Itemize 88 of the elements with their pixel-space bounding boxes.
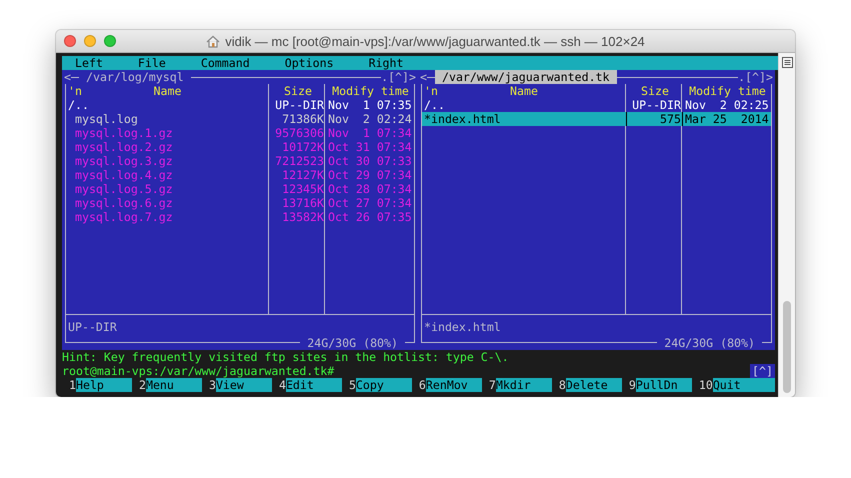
key-number: 5 <box>348 378 356 392</box>
sort-indicator[interactable]: 'n <box>424 84 438 98</box>
command-prompt[interactable]: root@main-vps:/var/www/jaguarwanted.tk# <box>62 364 334 378</box>
sort-indicator[interactable]: 'n <box>68 84 82 98</box>
function-key-button[interactable]: RenMov <box>426 378 482 392</box>
function-key-button[interactable]: PullDn <box>636 378 692 392</box>
free-space: 24G/30G (80%) <box>300 336 405 350</box>
file-size: 7212523 <box>274 154 325 168</box>
panel-status: *index.html <box>424 320 501 334</box>
key-number: 10 <box>698 378 713 392</box>
scrollbar-thumb[interactable] <box>783 301 791 393</box>
column-header[interactable]: Name <box>82 84 269 98</box>
file-date: Nov 1 07:35 <box>327 98 413 112</box>
menu-item[interactable]: Left <box>75 56 103 70</box>
file-size: 10172K <box>281 140 325 154</box>
function-key-button[interactable]: View <box>216 378 272 392</box>
file-date: Nov 2 02:25 <box>684 98 770 112</box>
file-name: mysql.log.7.gz <box>74 210 174 224</box>
panel-path: /var/log/mysql <box>78 70 191 84</box>
column-header[interactable]: Size <box>626 84 682 98</box>
file-size: 71386K <box>281 112 325 126</box>
key-number: 7 <box>488 378 496 392</box>
file-date: Nov 2 02:24 <box>327 112 413 126</box>
file-name: *index.html <box>423 112 502 126</box>
window-title: vidik — mc [root@main-vps]:/var/www/jaguarwanted.tk — ssh — 102×24 <box>225 34 645 48</box>
file-date: Nov 1 07:34 <box>327 126 413 140</box>
file-name: mysql.log.6.gz <box>74 196 174 210</box>
function-key-button[interactable]: Delete <box>566 378 622 392</box>
file-name: /.. <box>67 98 90 112</box>
file-date: Oct 31 07:34 <box>327 140 413 154</box>
key-number: 9 <box>628 378 636 392</box>
menu-item[interactable]: Command <box>200 56 250 70</box>
file-name: mysql.log.5.gz <box>74 182 174 196</box>
file-date: Oct 30 07:33 <box>327 154 413 168</box>
file-size: 12127K <box>281 168 325 182</box>
minimize-button[interactable] <box>84 35 96 47</box>
file-row[interactable]: *index.html 575 Mar 25 2014 <box>422 112 771 126</box>
menu-item[interactable]: File <box>138 56 166 70</box>
panel-controls[interactable]: .[^]> <box>381 70 416 84</box>
key-number: 4 <box>278 378 286 392</box>
file-date: Oct 29 07:34 <box>327 168 413 182</box>
function-key-button[interactable]: Edit <box>286 378 342 392</box>
key-number: 1 <box>69 378 76 392</box>
file-name: /.. <box>423 98 446 112</box>
file-name: mysql.log.1.gz <box>74 126 174 140</box>
function-key-button[interactable]: Menu <box>146 378 202 392</box>
hint-text: Hint: Key frequently visited ftp sites in the hotlist: type C-\. <box>62 350 509 364</box>
key-number: 2 <box>138 378 146 392</box>
zoom-button[interactable] <box>104 35 116 47</box>
panel-path: /var/www/jaguarwanted.tk <box>434 70 617 84</box>
key-number: 3 <box>208 378 216 392</box>
file-row[interactable]: /.. UP--DIR Nov 1 07:35 <box>66 98 414 112</box>
key-number: 8 <box>558 378 566 392</box>
column-header[interactable]: Name <box>438 84 626 98</box>
file-size: UP--DIR <box>274 98 325 112</box>
menu-item[interactable]: Right <box>368 56 404 70</box>
file-name: mysql.log <box>74 112 139 126</box>
file-date: Mar 25 2014 <box>682 112 771 126</box>
file-size: 9576306 <box>274 126 325 140</box>
column-header[interactable]: Modify time <box>682 84 771 98</box>
file-name: mysql.log.4.gz <box>74 168 174 182</box>
file-name: mysql.log.2.gz <box>74 140 174 154</box>
file-size: 575 <box>626 112 682 126</box>
file-name: mysql.log.3.gz <box>74 154 174 168</box>
prompt-indicator: [^] <box>750 364 775 378</box>
house-icon <box>206 34 220 48</box>
function-key-button[interactable]: Help <box>76 378 132 392</box>
file-date: Oct 28 07:34 <box>327 182 413 196</box>
file-date: Oct 27 07:34 <box>327 196 413 210</box>
panel-controls[interactable]: .[^]> <box>738 70 773 84</box>
file-size: 12345K <box>281 182 325 196</box>
file-row[interactable]: mysql.log 71386K Nov 2 02:24 <box>66 112 414 126</box>
file-date: Oct 26 07:35 <box>327 210 413 224</box>
close-button[interactable] <box>64 35 76 47</box>
column-header[interactable]: Size <box>269 84 325 98</box>
function-key-button[interactable]: Mkdir <box>496 378 552 392</box>
file-size: 13716K <box>281 196 325 210</box>
function-key-button[interactable]: Quit <box>712 378 775 392</box>
menu-item[interactable]: Options <box>284 56 334 70</box>
panel-status: UP--DIR <box>68 320 117 334</box>
free-space: 24G/30G (80%) <box>657 336 762 350</box>
file-size: 13582K <box>281 210 325 224</box>
file-row[interactable]: /.. UP--DIR Nov 2 02:25 <box>422 98 771 112</box>
function-key-button[interactable]: Copy <box>356 378 412 392</box>
lines-icon <box>782 57 792 68</box>
file-size: UP--DIR <box>631 98 682 112</box>
column-header[interactable]: Modify time <box>325 84 414 98</box>
key-number: 6 <box>418 378 426 392</box>
